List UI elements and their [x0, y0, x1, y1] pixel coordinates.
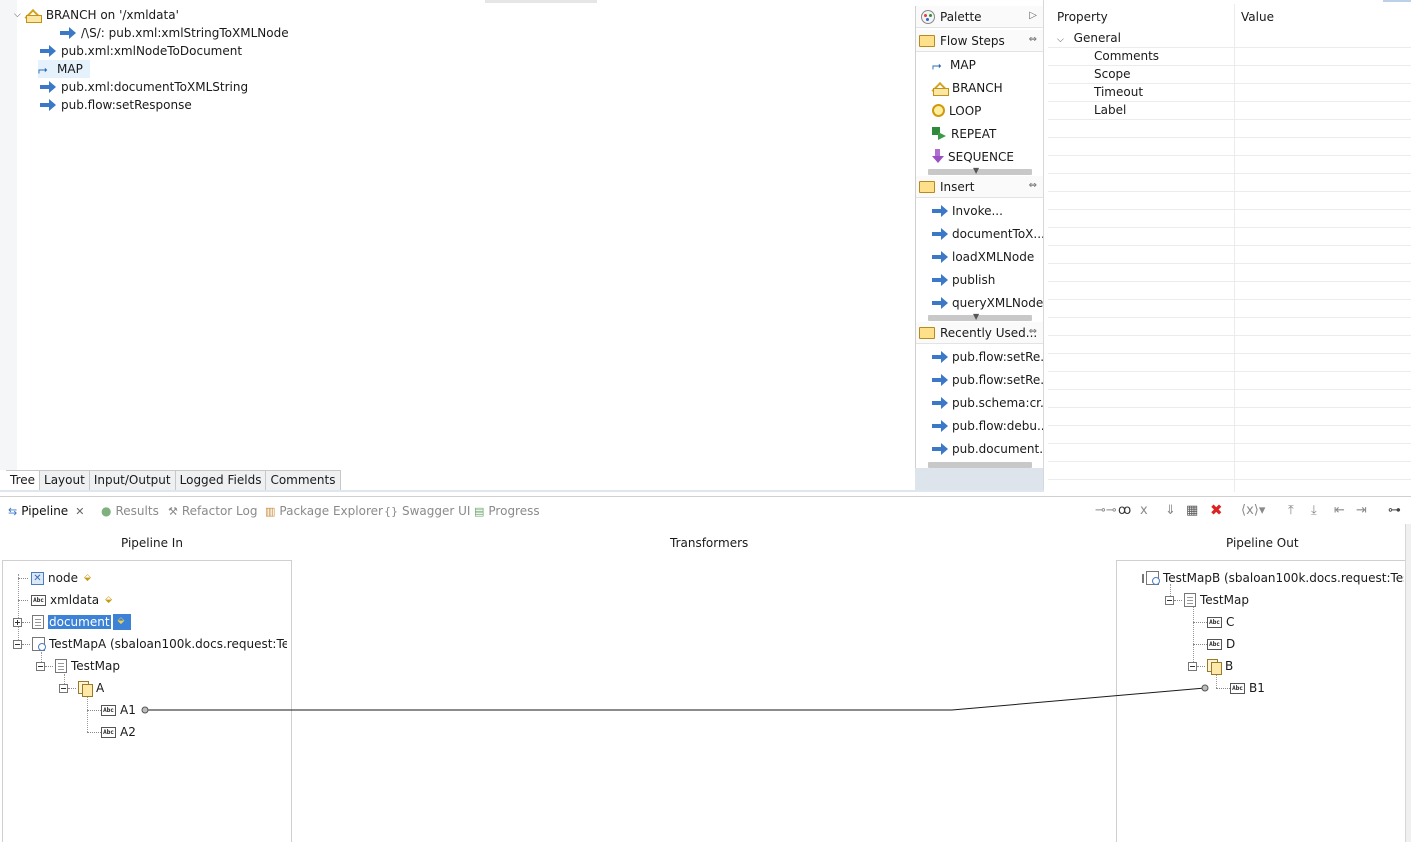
- link-anchor-a1[interactable]: [141, 706, 149, 714]
- designer-window: ⌵ BRANCH on '/xmldata' /\S/: pub.xml:xml…: [0, 0, 1411, 842]
- map-link-layer: [141, 684, 1209, 714]
- link-anchor-b1[interactable]: [1201, 684, 1209, 692]
- map-link-a1-to-b1[interactable]: [145, 687, 1206, 711]
